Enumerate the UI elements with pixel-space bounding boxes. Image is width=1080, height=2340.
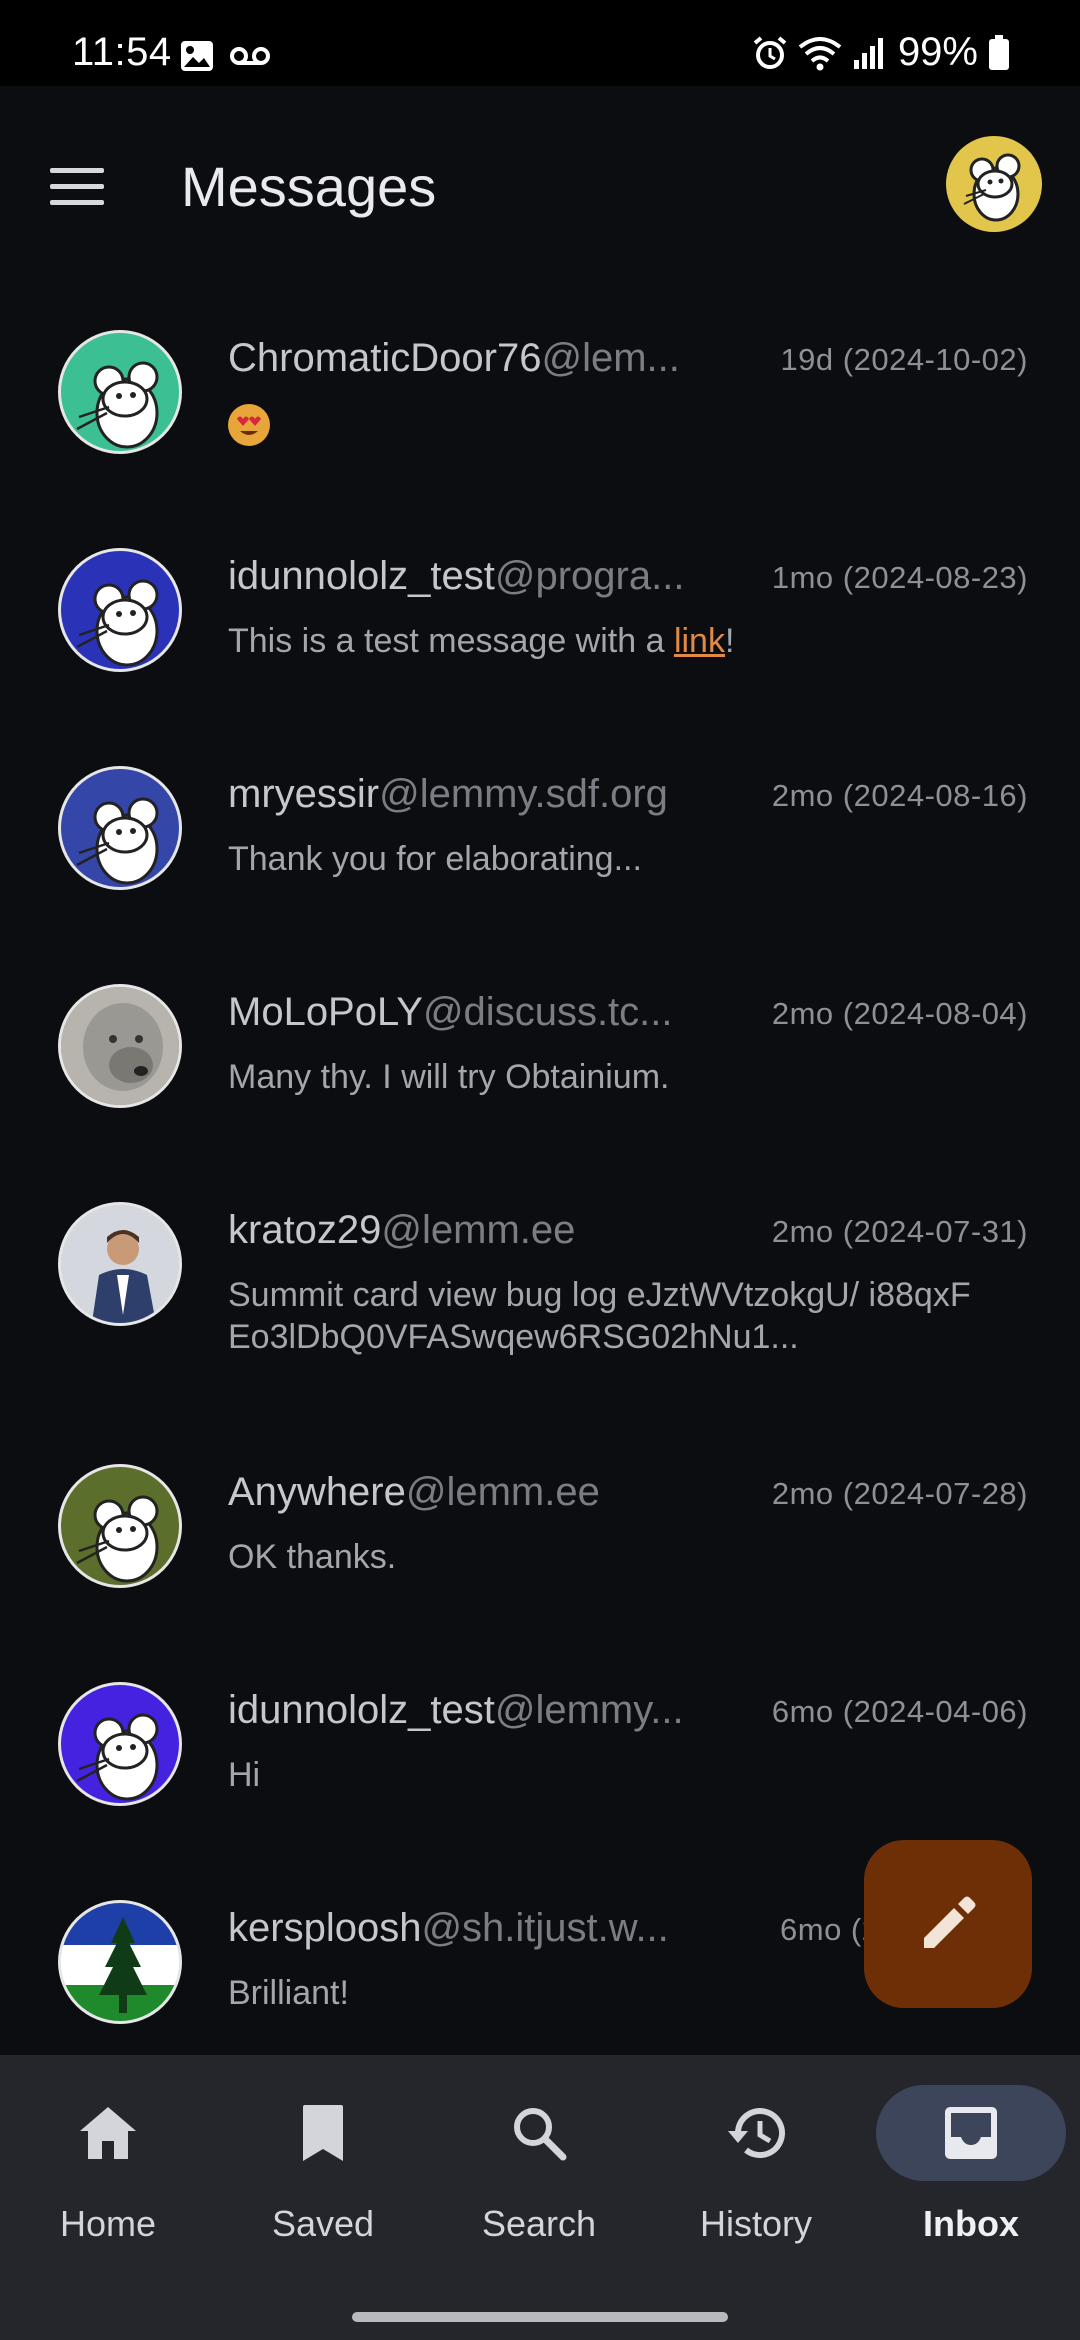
sender-username: ChromaticDoor76 [228, 336, 542, 380]
message-list: ChromaticDoor76@lem... 19d (2024-10-02) [0, 300, 1080, 2088]
sender-instance: @lem... [541, 336, 680, 380]
message-body: Summit card view bug log eJztWVtzokgU/ i… [228, 1276, 971, 1356]
message-link[interactable]: link [674, 622, 725, 660]
sender-username: kersploosh [228, 1906, 422, 1950]
avatar[interactable] [58, 1202, 182, 1326]
avatar[interactable] [58, 1900, 182, 2024]
sender-username: idunnololz_test [228, 554, 495, 598]
sender-instance: @lemmy... [494, 1688, 684, 1732]
message-body: Thank you for elaborating... [228, 840, 642, 878]
avatar[interactable] [58, 984, 182, 1108]
message-sender: ChromaticDoor76@lem... [228, 336, 680, 381]
message-body: Hi [228, 1756, 261, 1794]
nav-home[interactable]: Home [13, 2085, 203, 2285]
message-time: 6mo (2024-04-06) [771, 1694, 1028, 1729]
message-row[interactable]: ChromaticDoor76@lem... 19d (2024-10-02) [0, 300, 1080, 518]
nav-history[interactable]: History [661, 2085, 851, 2285]
profile-avatar-icon[interactable] [946, 136, 1042, 232]
sender-username: idunnololz_test [228, 1688, 495, 1732]
battery-percent: 99% [897, 30, 978, 74]
heart-eyes-emoji-icon [228, 404, 270, 447]
message-body-text: This is a test message with a [228, 622, 674, 660]
nav-history-label: History [699, 2203, 812, 2244]
message-sender: Anywhere@lemm.ee [228, 1470, 600, 1515]
sender-instance: @lemm.ee [405, 1470, 600, 1514]
sender-instance: @lemmy.sdf.org [379, 772, 668, 816]
search-icon [514, 2108, 567, 2161]
bottom-navigation: Home Saved Search History Inbox [0, 2055, 1080, 2340]
sender-username: mryessir [228, 772, 380, 816]
message-time: 2mo (2024-08-16) [771, 778, 1028, 813]
home-icon [80, 2107, 136, 2159]
message-body: This is a test message with a link! [228, 620, 1018, 662]
sender-instance: @progra... [494, 554, 685, 598]
message-row[interactable]: kratoz29@lemm.ee 2mo (2024-07-31) Summit… [0, 1172, 1080, 1434]
message-body-suffix: ! [724, 622, 735, 660]
wifi-icon [798, 36, 842, 70]
signal-icon [853, 37, 883, 69]
image-icon [181, 41, 213, 71]
voicemail-icon [230, 47, 270, 65]
home-indicator[interactable] [352, 2312, 728, 2322]
sender-instance: @lemm.ee [381, 1208, 576, 1252]
avatar[interactable] [58, 1682, 182, 1806]
avatar[interactable] [58, 548, 182, 672]
message-body: OK thanks. [228, 1538, 397, 1576]
nav-search-label: Search [481, 2203, 597, 2244]
message-time: 2mo (2024-07-28) [771, 1476, 1028, 1511]
nav-inbox[interactable]: Inbox [876, 2085, 1066, 2285]
message-sender: mryessir@lemmy.sdf.org [228, 772, 668, 817]
nav-search[interactable]: Search [444, 2085, 634, 2285]
avatar[interactable] [58, 1464, 182, 1588]
sender-username: Anywhere [228, 1470, 406, 1514]
nav-saved-label: Saved [271, 2203, 375, 2244]
message-time: 1mo (2024-08-23) [771, 560, 1028, 595]
battery-icon [989, 34, 1009, 70]
message-row[interactable]: mryessir@lemmy.sdf.org 2mo (2024-08-16) … [0, 736, 1080, 954]
sender-instance: @discuss.tc... [422, 990, 673, 1034]
avatar[interactable] [58, 766, 182, 890]
compose-message-button[interactable] [864, 1840, 1032, 2008]
message-body [228, 402, 1018, 447]
inbox-icon [945, 2107, 997, 2159]
message-row[interactable]: idunnololz_test@progra... 1mo (2024-08-2… [0, 518, 1080, 736]
message-sender: kersploosh@sh.itjust.w... [228, 1906, 669, 1951]
bookmark-icon [303, 2105, 343, 2161]
avatar[interactable] [58, 330, 182, 454]
message-body: Many thy. I will try Obtainium. [228, 1058, 670, 1096]
nav-inbox-label: Inbox [923, 2203, 1019, 2244]
alarm-icon [753, 35, 787, 69]
status-bar: 11:54 99% [0, 0, 1080, 86]
status-time: 11:54 [72, 30, 172, 74]
page-title: Messages [181, 155, 437, 218]
nav-home-label: Home [59, 2203, 157, 2244]
nav-saved[interactable]: Saved [228, 2085, 418, 2285]
message-time: 19d (2024-10-02) [780, 342, 1028, 377]
message-sender: idunnololz_test@progra... [228, 554, 684, 599]
sender-instance: @sh.itjust.w... [421, 1906, 669, 1950]
message-row[interactable]: MoLoPoLY@discuss.tc... 2mo (2024-08-04) … [0, 954, 1080, 1172]
sender-username: kratoz29 [228, 1208, 382, 1252]
message-sender: idunnololz_test@lemmy... [228, 1688, 684, 1733]
hamburger-menu-icon[interactable] [50, 156, 120, 216]
message-time: 2mo (2024-08-04) [771, 996, 1028, 1031]
app-bar: Messages [0, 86, 1080, 286]
message-time: 2mo (2024-07-31) [771, 1214, 1028, 1249]
message-sender: MoLoPoLY@discuss.tc... [228, 990, 673, 1035]
message-row[interactable]: idunnololz_test@lemmy... 6mo (2024-04-06… [0, 1652, 1080, 1870]
sender-username: MoLoPoLY [228, 990, 423, 1034]
message-row[interactable]: Anywhere@lemm.ee 2mo (2024-07-28) OK tha… [0, 1434, 1080, 1652]
pencil-icon [924, 1896, 976, 1948]
message-sender: kratoz29@lemm.ee [228, 1208, 575, 1253]
history-icon [728, 2108, 785, 2159]
